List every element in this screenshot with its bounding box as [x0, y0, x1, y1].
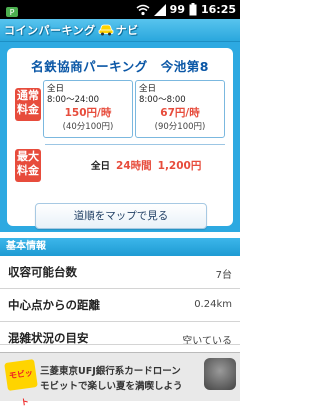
ad-text-line2: モビットで楽しい夏を満喫しよう — [40, 381, 183, 392]
info-row-distance: 中心点からの距離 0.24km — [0, 289, 240, 322]
app-header: コインパーキング ナビ — [0, 19, 240, 42]
info-row-value: 空いている — [182, 336, 232, 345]
max-rate-tag: 最大 料金 — [15, 149, 41, 182]
wifi-icon — [136, 4, 150, 16]
svg-text:P: P — [10, 8, 15, 17]
parking-name: 名鉄協商パーキング 今池第8 — [31, 59, 209, 74]
rate-note: (40分100円) — [62, 122, 114, 132]
rate-price: 150円/時 — [64, 107, 112, 119]
regular-rate-tag-line1: 通常 — [17, 89, 39, 102]
signal-icon — [153, 3, 166, 16]
info-row-label: 収容可能台数 — [8, 265, 77, 279]
rate-box-daytime: 全日 8:00～24:00 150円/時 (40分100円) — [43, 80, 133, 138]
info-row-label: 中心点からの距離 — [8, 298, 100, 312]
notification-icon: P — [5, 3, 19, 17]
car-icon — [98, 21, 114, 40]
info-row-value: 0.24km — [194, 299, 232, 310]
divider — [45, 144, 225, 145]
info-row-value: 7台 — [215, 270, 232, 281]
basic-info-header: 基本情報 — [0, 238, 240, 256]
max-rate-tag-line2: 料金 — [17, 164, 39, 177]
rate-note: (90分100円) — [154, 122, 206, 132]
max-rate-hours: 24時間 — [116, 160, 152, 172]
parking-summary-panel: 名鉄協商パーキング 今池第8 通常 料金 全日 8:00～24:00 150円/… — [0, 42, 240, 232]
battery-level: 99 — [169, 3, 185, 16]
status-bar: P 99 16:25 — [0, 0, 240, 19]
app-logo: コインパーキング ナビ — [4, 22, 139, 38]
rate-box-allday: 全日 8:00～8:00 67円/時 (90分100円) — [135, 80, 225, 138]
parking-card: 名鉄協商パーキング 今池第8 通常 料金 全日 8:00～24:00 150円/… — [7, 48, 233, 229]
basic-info-list: 収容可能台数 7台 中心点からの距離 0.24km 混雑状況の目安 空いている — [0, 256, 240, 345]
rate-time: 8:00～8:00 — [139, 95, 186, 105]
clock: 16:25 — [200, 3, 236, 16]
max-rate-row: 全日 24時間 1,200円 — [43, 158, 223, 173]
ad-banner[interactable]: モビット 三菱東京UFJ銀行系カードローン モビットで楽しい夏を満喫しよう — [0, 352, 240, 407]
regular-rate-tag: 通常 料金 — [15, 88, 41, 121]
regular-rate-tag-line2: 料金 — [17, 103, 39, 116]
rate-price: 67円/時 — [160, 107, 200, 119]
info-row-congestion: 混雑状況の目安 空いている — [0, 322, 240, 345]
app-title: コインパーキング — [4, 24, 96, 37]
rate-time: 8:00～24:00 — [47, 95, 100, 105]
battery-icon — [189, 3, 197, 16]
max-rate-price: 1,200円 — [157, 160, 202, 172]
max-rate-day: 全日 — [91, 161, 111, 172]
ad-text-line1: 三菱東京UFJ銀行系カードローン — [40, 366, 181, 377]
info-row-capacity: 収容可能台数 7台 — [0, 256, 240, 289]
route-map-button[interactable]: 道順をマップで見る — [35, 203, 207, 229]
ad-app-icon — [204, 358, 236, 390]
info-row-label: 混雑状況の目安 — [8, 331, 89, 345]
app-title-suffix: ナビ — [115, 24, 139, 37]
max-rate-tag-line1: 最大 — [17, 150, 39, 163]
ad-logo: モビット — [4, 359, 38, 407]
